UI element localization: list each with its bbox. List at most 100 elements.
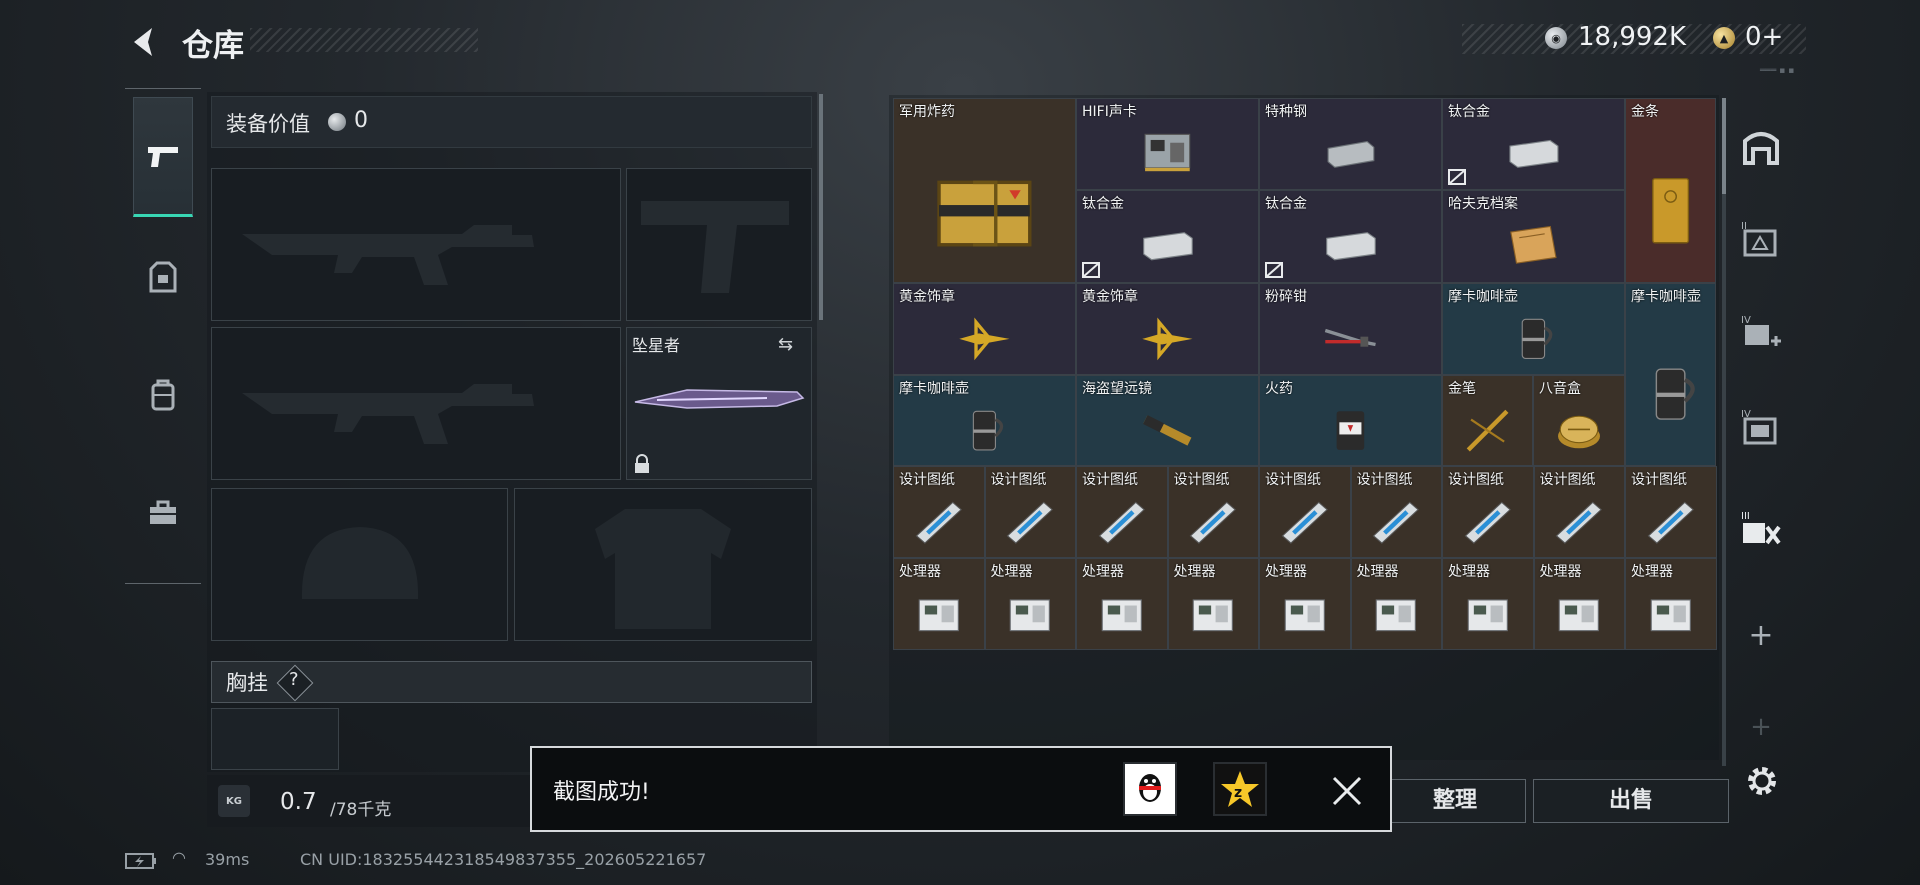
- svg-text:z: z: [1234, 785, 1242, 801]
- stash-item[interactable]: 设计图纸: [1259, 466, 1351, 558]
- tier-iii-tools-icon: III: [1741, 511, 1781, 545]
- tab-add[interactable]: +: [1727, 590, 1795, 680]
- stash-item[interactable]: 海盗望远镜: [1076, 375, 1259, 466]
- stash-item[interactable]: 设计图纸: [1350, 466, 1442, 558]
- tab-tools-iii[interactable]: III: [1727, 484, 1795, 574]
- stash-item-label: 金条: [1631, 104, 1659, 120]
- tier-iv-case-plus-icon: IV: [1741, 315, 1781, 346]
- stash-item[interactable]: 黄金饰章: [1076, 283, 1259, 375]
- qzone-share-button[interactable]: z: [1213, 762, 1267, 816]
- stash-item[interactable]: 钛合金: [1076, 190, 1259, 283]
- chest-rig-slot[interactable]: [211, 708, 339, 770]
- processor-icon: [1650, 599, 1691, 632]
- gear-icon[interactable]: [1745, 764, 1779, 798]
- blueprint-icon: [1281, 501, 1328, 544]
- sidearm-slot[interactable]: [626, 168, 812, 321]
- stash-tabs: II IV IV III + +: [1727, 88, 1795, 778]
- sell-button[interactable]: 出售: [1533, 779, 1729, 823]
- stash-item[interactable]: 黄金饰章: [893, 283, 1076, 375]
- qq-penguin-icon: [1139, 774, 1161, 802]
- stash-scrollbar-thumb[interactable]: [1722, 98, 1726, 194]
- nav-weapons[interactable]: [133, 97, 193, 217]
- help-icon-glyph: ?: [289, 669, 299, 690]
- secondary-weapon-slot[interactable]: [211, 327, 621, 480]
- svg-text:IV: IV: [1741, 315, 1751, 326]
- back-arrow-icon[interactable]: [126, 24, 162, 60]
- blueprint-icon: [1464, 501, 1511, 544]
- close-icon[interactable]: [1330, 774, 1364, 808]
- stash-item[interactable]: 设计图纸: [1076, 466, 1168, 558]
- stash-item[interactable]: 八音盒: [1533, 375, 1625, 466]
- gunpowder-icon: [1336, 410, 1365, 450]
- blueprint-icon: [1098, 501, 1145, 544]
- stash-item-label: HIFI声卡: [1082, 104, 1137, 120]
- tab-case-ii[interactable]: II: [1727, 194, 1795, 284]
- stash-item-label: 设计图纸: [1539, 472, 1596, 488]
- stash-item[interactable]: 设计图纸: [893, 466, 985, 558]
- stash-item[interactable]: 哈夫克档案: [1442, 190, 1625, 283]
- primary-weapon-slot[interactable]: [211, 168, 621, 321]
- stash-item[interactable]: 设计图纸: [1625, 466, 1717, 558]
- gold-currency-amount[interactable]: 0+: [1745, 22, 1783, 52]
- stash-item[interactable]: 设计图纸: [1167, 466, 1259, 558]
- blueprint-icon: [1556, 501, 1603, 544]
- tab-case-iv[interactable]: IV: [1727, 382, 1795, 472]
- stash-item[interactable]: 钛合金: [1259, 190, 1442, 283]
- stash-item[interactable]: 特种钢: [1259, 98, 1442, 190]
- qq-share-button[interactable]: [1123, 762, 1177, 816]
- titanium-ingot-icon: [1326, 232, 1376, 261]
- stash-item[interactable]: 摩卡咖啡壶: [1442, 283, 1625, 375]
- stash-item[interactable]: 粉碎钳: [1259, 283, 1442, 375]
- tab-case-iv-plus[interactable]: IV: [1727, 288, 1795, 378]
- moka-pot-icon: [972, 410, 1004, 451]
- stash-item[interactable]: 钛合金: [1442, 98, 1625, 190]
- helmet-slot[interactable]: [211, 488, 508, 641]
- nav-armor[interactable]: [133, 217, 193, 337]
- nav-toolbox[interactable]: [133, 453, 193, 573]
- weight-current: 0.7: [280, 789, 317, 815]
- stash-item-label: 摩卡咖啡壶: [899, 381, 969, 397]
- stash-item[interactable]: 处理器: [1533, 558, 1625, 650]
- processor-icon: [1284, 599, 1325, 632]
- stash-item[interactable]: 处理器: [984, 558, 1076, 650]
- stash-item[interactable]: 处理器: [1167, 558, 1259, 650]
- stash-item-label: 设计图纸: [1265, 472, 1321, 488]
- body-armor-slot[interactable]: [514, 488, 812, 641]
- stash-item[interactable]: 火药: [1259, 375, 1442, 466]
- ping-value: 39ms: [205, 850, 250, 869]
- stash-item[interactable]: 设计图纸: [984, 466, 1076, 558]
- armor-vest-icon: [149, 261, 177, 293]
- stash-item[interactable]: 军用炸药: [893, 98, 1076, 283]
- stash-scrollbar-track[interactable]: [1722, 98, 1726, 766]
- gold-bar-icon: [1651, 177, 1689, 244]
- equipment-category-nav: [125, 88, 201, 584]
- stash-item[interactable]: 处理器: [1076, 558, 1168, 650]
- stash-item[interactable]: 设计图纸: [1442, 466, 1534, 558]
- stash-item[interactable]: 金笔: [1442, 375, 1533, 466]
- blueprint-icon: [1373, 501, 1420, 544]
- equipment-scrollbar[interactable]: [819, 94, 823, 320]
- stash-item[interactable]: 金条: [1625, 98, 1716, 283]
- stash-item-label: 设计图纸: [1448, 472, 1504, 488]
- tab-add-faded[interactable]: +: [1727, 682, 1795, 772]
- helmet-silhouette-icon: [301, 527, 419, 599]
- stash-item[interactable]: 处理器: [893, 558, 985, 650]
- stash-item[interactable]: HIFI声卡: [1076, 98, 1259, 190]
- pistol-icon: [148, 147, 178, 167]
- tab-vault[interactable]: [1727, 102, 1795, 192]
- stash-item-label: 设计图纸: [1173, 472, 1230, 488]
- stash-item[interactable]: 设计图纸: [1533, 466, 1625, 558]
- stash-item-label: 海盗望远镜: [1082, 381, 1152, 397]
- stash-item[interactable]: 处理器: [1259, 558, 1351, 650]
- chest-rig-label: 胸挂: [226, 671, 268, 695]
- stash-item[interactable]: 处理器: [1350, 558, 1442, 650]
- titanium-ingot-icon: [1509, 139, 1559, 168]
- explosive-crate-icon: [937, 180, 1032, 247]
- stash-item[interactable]: 摩卡咖啡壶: [1625, 283, 1716, 466]
- nav-backpack[interactable]: [133, 335, 193, 455]
- stash-item[interactable]: 摩卡咖啡壶: [893, 375, 1076, 466]
- stash-item[interactable]: 处理器: [1625, 558, 1717, 650]
- stash-item[interactable]: 处理器: [1442, 558, 1534, 650]
- swap-arrows-icon[interactable]: ⇆: [778, 334, 793, 355]
- sort-button[interactable]: 整理: [1384, 779, 1526, 823]
